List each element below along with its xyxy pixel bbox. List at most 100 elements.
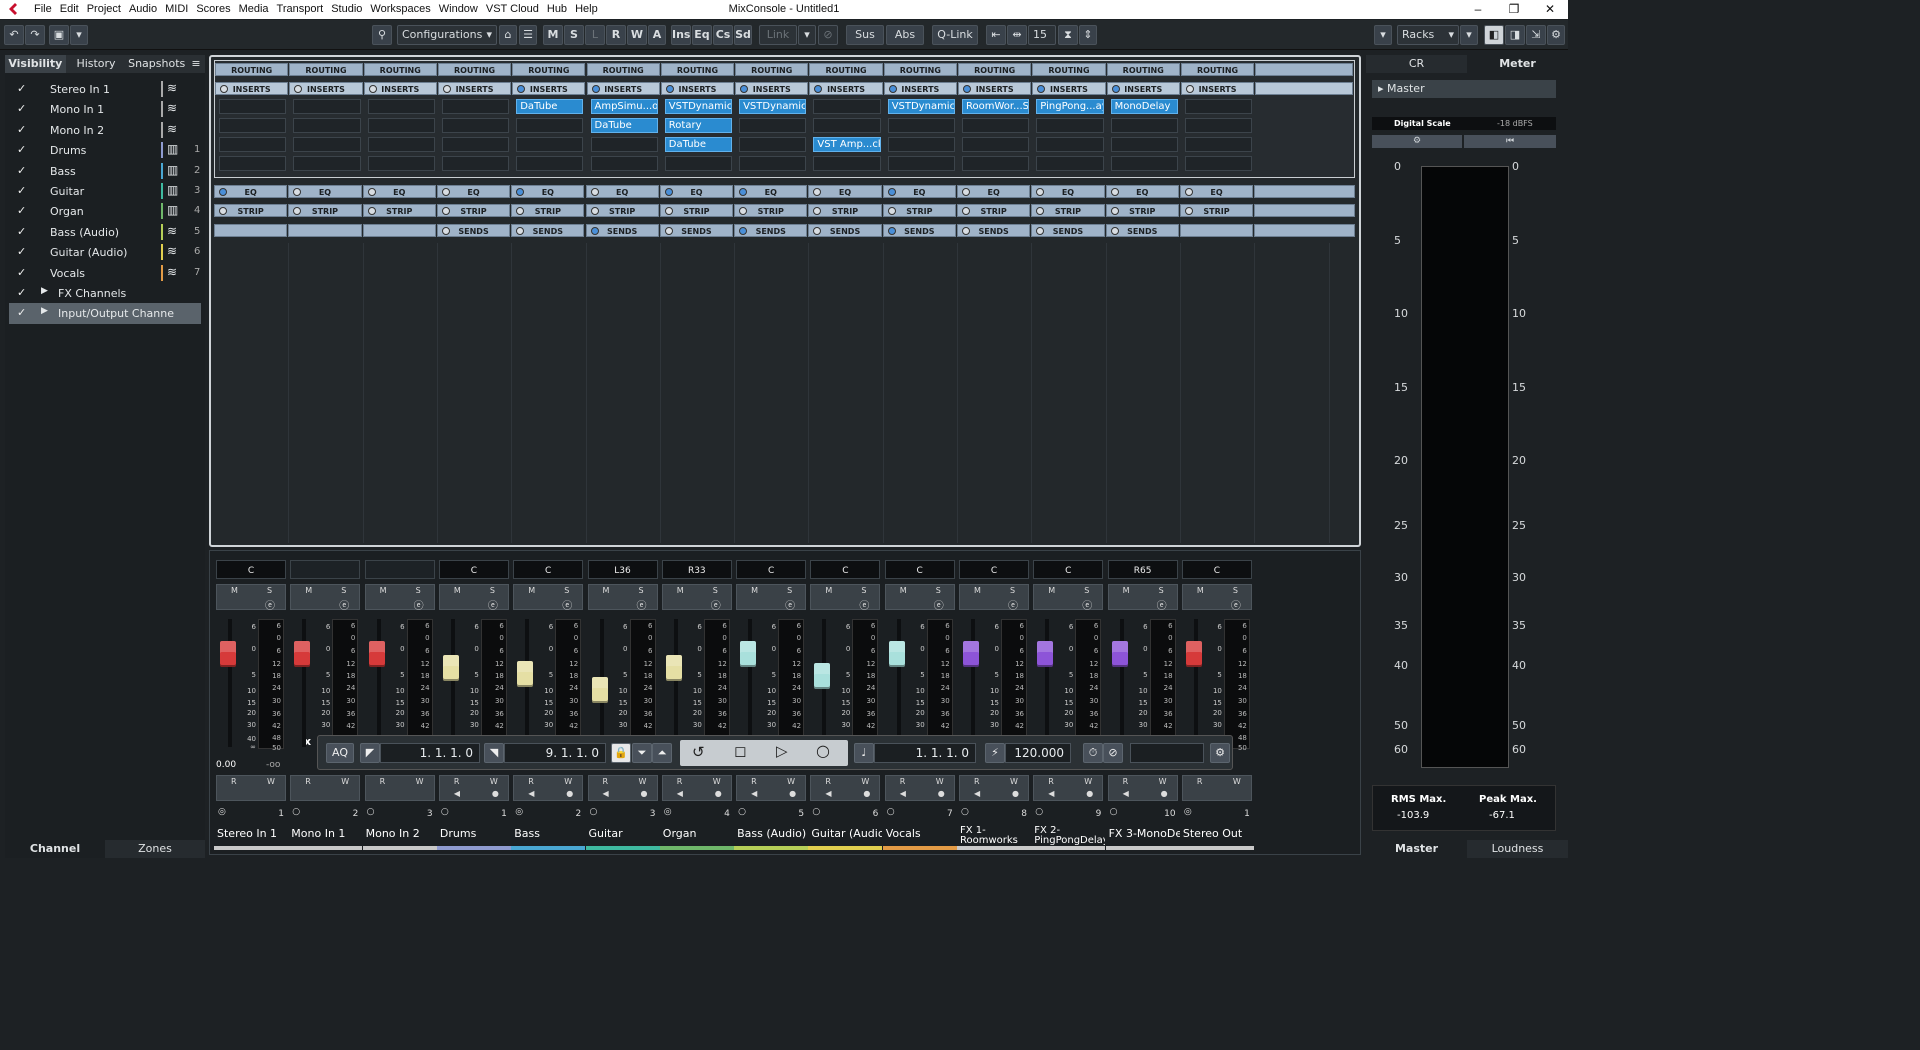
inserts-header[interactable]: INSERTS [958,82,1032,95]
bypass-icon[interactable] [664,227,673,235]
record-enable-icon[interactable]: ● [566,789,573,798]
bypass-icon[interactable] [813,207,822,215]
export-icon[interactable]: ⇲ [1526,25,1546,45]
bypass-icon[interactable] [1110,207,1119,215]
strip-header[interactable]: STRIP [957,204,1031,217]
bypass-icon[interactable] [813,227,822,235]
routing-header[interactable]: ROUTING [289,63,363,76]
routing-header[interactable]: ROUTING [809,63,883,76]
solo-button[interactable]: S [639,586,644,595]
inserts-header[interactable]: INSERTS [1180,82,1255,95]
insert-slot[interactable] [590,156,658,171]
channel-count-field[interactable]: 15 [1028,25,1056,45]
punch-in-icon[interactable]: ⏷ [632,743,652,763]
solo-button[interactable]: S [267,586,272,595]
read-automation-button[interactable]: R [900,777,906,786]
visibility-item[interactable]: ✓ Vocals ≋ 7 [9,263,201,283]
pan-control[interactable]: C [884,560,955,579]
sends-header[interactable]: SENDS [436,224,511,237]
insert-slot[interactable] [1036,118,1104,133]
insert-slot[interactable] [1036,137,1104,152]
bypass-icon[interactable] [813,188,822,196]
link-menu-icon[interactable]: ▾ [798,25,816,45]
checkmark-icon[interactable]: ✓ [17,102,26,115]
insert-slot[interactable] [962,156,1030,171]
pan-control[interactable]: L36 [587,560,658,579]
insert-slot[interactable]: VST Amp...ck [813,137,881,152]
inserts-header[interactable]: INSERTS [586,82,660,95]
insert-slot[interactable]: AmpSimu...or [590,99,658,114]
pan-control[interactable]: C [736,560,807,579]
right-locator-field[interactable]: 9. 1. 1. 0 [504,743,606,763]
insert-slot[interactable] [739,156,807,171]
mute-button[interactable]: M [1123,586,1130,595]
camera-icon[interactable]: ▣ [49,25,69,45]
insert-slot[interactable] [1110,156,1178,171]
menu-file[interactable]: File [30,0,56,19]
insert-slot[interactable] [441,137,510,152]
insert-slot[interactable]: MonoDelay [1110,99,1178,114]
channel-name[interactable]: Organ [659,826,734,850]
edit-icon[interactable]: ⓔ [414,597,424,612]
channel-name[interactable]: Drums [436,826,511,850]
visibility-item[interactable]: ✓ Stereo In 1 ≋ [9,79,201,99]
edit-icon[interactable]: ⓔ [1157,597,1167,612]
menu-midi[interactable]: MIDI [161,0,192,19]
inserts-header[interactable]: INSERTS [1032,82,1106,95]
read-automation-button[interactable]: R [603,777,609,786]
sends-header[interactable]: SENDS [808,224,882,237]
edit-icon[interactable]: ⓔ [711,597,721,612]
insert-slot[interactable] [813,99,881,114]
routing-header[interactable]: ROUTING [437,63,512,76]
sends-header[interactable]: SENDS [1031,224,1105,237]
tab-history[interactable]: History [66,55,127,73]
pan-control[interactable]: C [438,560,509,579]
checkmark-icon[interactable]: ✓ [17,123,26,136]
eq-header[interactable]: EQ [882,185,956,198]
insert-slot[interactable] [219,118,287,133]
edit-icon[interactable]: ⓔ [1082,597,1092,612]
inserts-header[interactable]: INSERTS [215,82,289,95]
eq-header[interactable]: EQ [1105,185,1179,198]
inserts-bypass-icon[interactable] [1037,85,1046,93]
close-icon[interactable]: ✕ [1532,0,1568,18]
insert-slot[interactable] [441,99,510,114]
pan-control[interactable]: C [959,560,1029,579]
bypass-icon[interactable] [739,188,748,196]
strip-header[interactable]: STRIP [1031,204,1105,217]
position-field[interactable]: 1. 1. 1. 0 [874,743,976,763]
volume-fader[interactable]: 6051015203040∞6061218243036424850 [810,619,880,752]
channel-name[interactable]: Mono In 1 [288,826,363,850]
tab-meter[interactable]: Meter [1467,55,1568,73]
inserts-header[interactable]: INSERTS [437,82,512,95]
bypass-icon[interactable] [219,188,227,196]
expand-icon[interactable]: ▶ [41,286,48,296]
volume-fader[interactable]: 6051015203040∞6061218243036424850 [365,619,435,752]
menu-hub[interactable]: Hub [543,0,571,19]
strip-header[interactable]: STRIP [585,204,659,217]
read-automation-button[interactable]: R [1197,777,1203,786]
checkmark-icon[interactable]: ✓ [17,266,26,279]
record-enable-icon[interactable]: ● [863,789,870,798]
channel-left-icon[interactable]: ⇤ [986,25,1006,45]
checkmark-icon[interactable]: ✓ [17,306,26,319]
automation-button[interactable]: A [648,25,666,45]
strip-header[interactable]: STRIP [214,204,288,217]
write-automation-button[interactable]: W [713,777,721,786]
solo-button[interactable]: S [564,25,584,45]
mute-button[interactable]: M [305,586,312,595]
eq-header[interactable]: EQ [585,185,659,198]
inserts-bypass-icon[interactable] [740,85,749,93]
bypass-icon[interactable] [590,207,599,215]
volume-fader[interactable]: 6051015203040∞6061218243036424850 [290,619,360,752]
eq-header[interactable]: EQ [436,185,511,198]
read-automation-button[interactable]: R [305,777,311,786]
write-automation-button[interactable]: W [1010,777,1018,786]
click-settings-icon[interactable]: ⊘ [1103,743,1123,763]
tab-loudness[interactable]: Loudness [1467,840,1568,858]
edit-icon[interactable]: ⓔ [1231,597,1241,612]
insert-slot[interactable] [219,156,287,171]
strip-header[interactable]: STRIP [1179,204,1254,217]
insert-slot[interactable] [293,137,361,152]
mute-button[interactable]: M [974,586,981,595]
